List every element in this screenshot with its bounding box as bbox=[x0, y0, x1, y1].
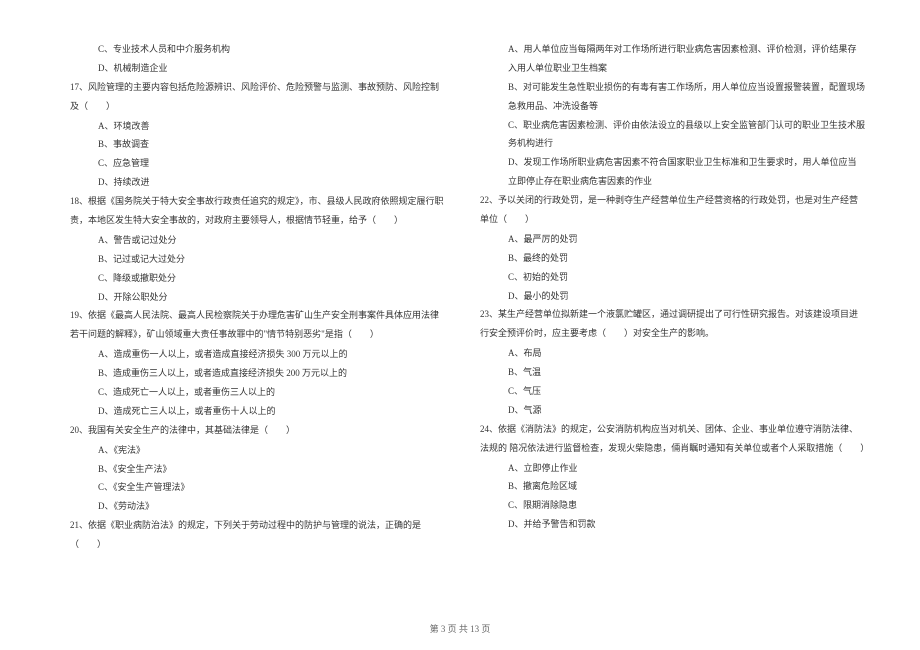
option-20-d: D、《劳动法》 bbox=[70, 497, 445, 516]
option-18-b: B、记过或记大过处分 bbox=[70, 250, 445, 269]
option-21-a: A、用人单位应当每隔两年对工作场所进行职业病危害因素检测、评价检测，评价结果存入… bbox=[480, 40, 865, 78]
question-18: 18、根据《国务院关于特大安全事故行政责任追究的规定》，市、县级人民政府依照规定… bbox=[70, 192, 445, 230]
option-21-d: D、发现工作场所职业病危害因素不符合国家职业卫生标准和卫生要求时，用人单位应当立… bbox=[480, 153, 865, 191]
option-17-a: A、环境改善 bbox=[70, 117, 445, 136]
option-19-b: B、造成重伤三人以上，或者造成直接经济损失 200 万元以上的 bbox=[70, 364, 445, 383]
option-19-a: A、造成重伤一人以上，或者造成直接经济损失 300 万元以上的 bbox=[70, 345, 445, 364]
option-24-a: A、立即停止作业 bbox=[480, 459, 865, 478]
option-20-a: A、《宪法》 bbox=[70, 441, 445, 460]
option-23-c: C、气压 bbox=[480, 382, 865, 401]
question-23: 23、某生产经营单位拟新建一个液氯贮罐区，通过调研提出了可行性研究报告。对该建设… bbox=[480, 305, 865, 343]
option-21-c: C、职业病危害因素检测、评价由依法设立的县级以上安全监管部门认可的职业卫生技术服… bbox=[480, 116, 865, 154]
option-16-d: D、机械制造企业 bbox=[70, 59, 445, 78]
option-22-d: D、最小的处罚 bbox=[480, 287, 865, 306]
option-23-d: D、气源 bbox=[480, 401, 865, 420]
question-19: 19、依据《最高人民法院、最高人民检察院关于办理危害矿山生产安全刑事案件具体应用… bbox=[70, 306, 445, 344]
page-footer: 第 3 页 共 13 页 bbox=[0, 622, 920, 635]
option-22-a: A、最严厉的处罚 bbox=[480, 230, 865, 249]
option-20-c: C、《安全生产管理法》 bbox=[70, 478, 445, 497]
left-column: C、专业技术人员和中介服务机构 D、机械制造企业 17、风险管理的主要内容包括危… bbox=[40, 40, 460, 620]
option-19-d: D、造成死亡三人以上，或者重伤十人以上的 bbox=[70, 402, 445, 421]
option-17-b: B、事故调查 bbox=[70, 135, 445, 154]
option-19-c: C、造成死亡一人以上，或者重伤三人以上的 bbox=[70, 383, 445, 402]
question-21: 21、依据《职业病防治法》的规定，下列关于劳动过程中的防护与管理的说法，正确的是… bbox=[70, 516, 445, 554]
question-24: 24、依据《消防法》的规定，公安消防机构应当对机关、团体、企业、事业单位遵守消防… bbox=[480, 420, 865, 458]
question-17: 17、风险管理的主要内容包括危险源辨识、风险评价、危险预警与监测、事故预防、风险… bbox=[70, 78, 445, 116]
option-22-b: B、最终的处罚 bbox=[480, 249, 865, 268]
option-24-d: D、并给予警告和罚款 bbox=[480, 515, 865, 534]
option-18-d: D、开除公职处分 bbox=[70, 288, 445, 307]
option-17-d: D、持续改进 bbox=[70, 173, 445, 192]
question-22: 22、予以关闭的行政处罚，是一种剥夺生产经营单位生产经营资格的行政处罚，也是对生… bbox=[480, 191, 865, 229]
option-24-b: B、撤离危险区域 bbox=[480, 477, 865, 496]
option-16-c: C、专业技术人员和中介服务机构 bbox=[70, 40, 445, 59]
option-24-c: C、限期消除隐患 bbox=[480, 496, 865, 515]
option-22-c: C、初始的处罚 bbox=[480, 268, 865, 287]
right-column: A、用人单位应当每隔两年对工作场所进行职业病危害因素检测、评价检测，评价结果存入… bbox=[460, 40, 880, 620]
option-23-b: B、气温 bbox=[480, 363, 865, 382]
option-18-a: A、警告或记过处分 bbox=[70, 231, 445, 250]
option-23-a: A、布局 bbox=[480, 344, 865, 363]
option-17-c: C、应急管理 bbox=[70, 154, 445, 173]
question-20: 20、我国有关安全生产的法律中，其基础法律是（ ） bbox=[70, 421, 445, 440]
option-21-b: B、对可能发生急性职业损伤的有毒有害工作场所，用人单位应当设置报警装置，配置现场… bbox=[480, 78, 865, 116]
option-18-c: C、降级或撤职处分 bbox=[70, 269, 445, 288]
option-20-b: B、《安全生产法》 bbox=[70, 460, 445, 479]
